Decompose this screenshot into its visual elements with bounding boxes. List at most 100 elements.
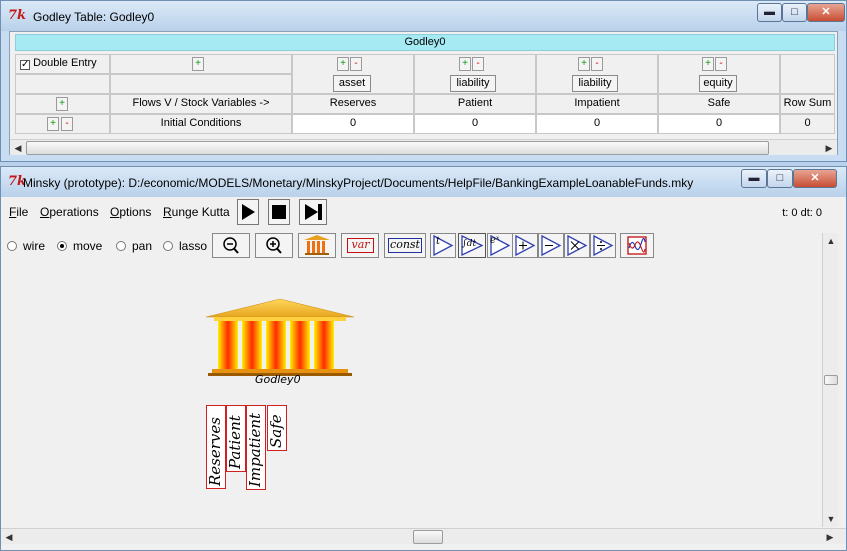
vscroll-thumb[interactable] [824,375,838,385]
step-button[interactable] [299,199,327,225]
maximize-button[interactable]: □ [767,169,793,188]
add-col-safe-button[interactable]: + [702,57,714,71]
minsky-window-title: Minsky (prototype): D:/economic/MODELS/M… [23,176,694,190]
scroll-up-arrow[interactable]: ▲ [823,233,839,249]
multiply-icon [567,234,588,257]
stock-name-reserves[interactable]: Reserves [292,94,414,114]
add-column-button[interactable]: + [192,57,204,71]
zoom-in-icon [266,237,282,254]
type-button-patient[interactable]: liability [450,75,496,92]
menu-operations[interactable]: Operations [40,205,99,219]
ic-value-safe[interactable]: 0 [658,114,780,134]
scroll-down-arrow[interactable]: ▼ [823,511,839,527]
del-ic-row-button[interactable]: - [61,117,73,131]
mode-pan[interactable]: pan [116,239,152,253]
stock-var-patient[interactable]: Patient [226,405,246,472]
add-col-patient-button[interactable]: + [459,57,471,71]
maximize-icon: □ [776,172,784,184]
hscroll-thumb[interactable] [26,141,769,155]
godley-bank-icon[interactable] [204,297,356,383]
add-col-reserves-button[interactable]: + [337,57,349,71]
del-col-impatient-button[interactable]: - [591,57,603,71]
zoom-out-button[interactable] [212,233,250,258]
plot-tool[interactable] [620,233,654,258]
integrate-tool[interactable]: ∫dt [458,233,486,258]
godley-table-tool[interactable] [298,233,336,258]
godley-titlebar[interactable]: 7k Godley Table: Godley0 ▬ □ ✕ [1,1,846,31]
add-tool[interactable] [512,233,538,258]
minimize-button[interactable]: ▬ [757,3,782,22]
del-col-reserves-button[interactable]: - [350,57,362,71]
run-button[interactable] [237,199,259,225]
zoom-in-button[interactable] [255,233,293,258]
menu-runge-kutta[interactable]: Runge Kutta [163,205,230,219]
del-col-patient-button[interactable]: - [472,57,484,71]
stock-var-impatient[interactable]: Impatient [246,405,266,490]
type-button-reserves[interactable]: asset [333,75,371,92]
plus-icon [515,234,536,257]
canvas-vscrollbar[interactable]: ▲ ▼ [822,233,838,527]
maximize-button[interactable]: □ [782,3,807,22]
minsky-titlebar[interactable]: 7k Minsky (prototype): D:/economic/MODEL… [1,167,846,197]
hscroll-thumb[interactable] [413,530,443,544]
var-icon: var [347,238,374,253]
time-tool[interactable]: t [430,233,456,258]
add-col-impatient-button[interactable]: + [578,57,590,71]
mode-wire[interactable]: wire [7,239,45,253]
time-status: t: 0 dt: 0 [782,207,822,219]
menu-file[interactable]: File [9,205,28,219]
close-icon: ✕ [821,6,831,18]
add-ic-row-button[interactable]: + [47,117,59,131]
var-tool[interactable]: var [341,233,379,258]
ic-value-reserves[interactable]: 0 [292,114,414,134]
scroll-right-arrow[interactable]: ▶ [822,529,838,545]
subtract-tool[interactable] [538,233,564,258]
stock-name-safe[interactable]: Safe [658,94,780,114]
divide-tool[interactable] [590,233,616,258]
table-title-bar: Godley0 [15,34,835,51]
ic-value-impatient[interactable]: 0 [536,114,658,134]
tk-feather-icon: 7k [8,8,27,23]
menu-options[interactable]: Options [110,205,151,219]
godley-hscrollbar[interactable]: ◀ ▶ [10,139,837,155]
zoom-out-icon [223,237,239,254]
canvas-hscrollbar[interactable]: ◀ ▶ [1,528,846,544]
radio-selected-icon [57,241,67,251]
scroll-right-arrow[interactable]: ▶ [821,140,837,156]
row-sum-value: 0 [780,114,835,134]
stop-icon [272,205,286,219]
mode-lasso[interactable]: lasso [163,239,207,253]
minsky-client: File Operations Options Runge Kutta t: 0… [1,197,846,550]
stop-button[interactable] [268,199,290,225]
close-icon: ✕ [810,172,820,184]
time-icon [433,234,454,257]
double-entry-label: Double Entry [33,57,97,69]
plot-icon [627,236,647,255]
initial-conditions-label: Initial Conditions [110,114,292,134]
stock-name-patient[interactable]: Patient [414,94,536,114]
multiply-tool[interactable] [564,233,590,258]
ic-value-patient[interactable]: 0 [414,114,536,134]
del-col-safe-button[interactable]: - [715,57,727,71]
stock-name-impatient[interactable]: Impatient [536,94,658,114]
minsky-window: 7k Minsky (prototype): D:/economic/MODEL… [0,166,847,551]
double-entry-checkbox[interactable]: ✓ [20,60,30,70]
col-header-rowsum [780,54,835,94]
const-tool[interactable]: const [384,233,426,258]
radio-icon [163,241,173,251]
exp-tool[interactable]: eˣ [487,233,513,258]
stock-var-reserves[interactable]: Reserves [206,405,226,489]
radio-icon [116,241,126,251]
close-button[interactable]: ✕ [793,169,837,188]
type-button-safe[interactable]: equity [699,75,737,92]
scroll-left-arrow[interactable]: ◀ [10,140,26,156]
model-canvas[interactable]: Godley0 Reserves Patient Impatient Safe [1,261,830,541]
stock-var-safe[interactable]: Safe [267,405,287,451]
minimize-button[interactable]: ▬ [741,169,767,188]
scroll-left-arrow[interactable]: ◀ [1,529,17,545]
close-button[interactable]: ✕ [807,3,845,22]
add-row-button[interactable]: + [56,97,68,111]
step-icon [305,204,322,220]
type-button-impatient[interactable]: liability [572,75,618,92]
mode-move[interactable]: move [57,239,102,253]
